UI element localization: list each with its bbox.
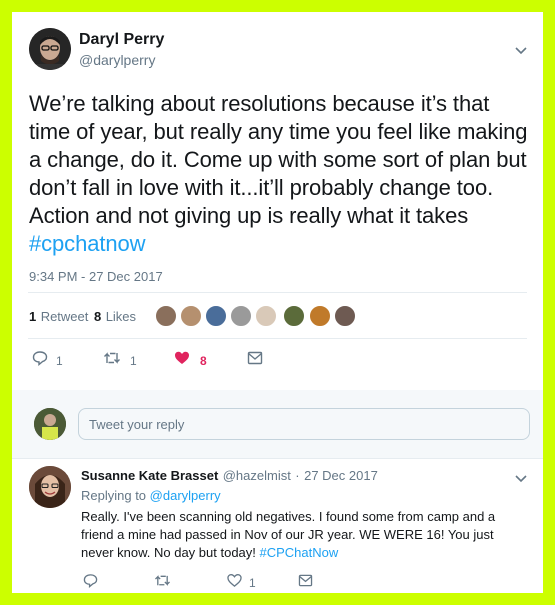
current-user-avatar[interactable] <box>34 408 66 440</box>
liker-avatar[interactable] <box>309 305 331 327</box>
liker-avatar[interactable] <box>283 305 305 327</box>
heart-icon <box>227 573 242 593</box>
likes-label: Likes <box>105 309 137 324</box>
reply-text: Really. I've been scanning old negatives… <box>81 508 521 562</box>
reply-icon <box>83 574 98 592</box>
author-handle[interactable]: @darylperry <box>79 52 155 68</box>
tweet-text: We’re talking about resolutions because … <box>29 90 529 258</box>
replying-to-label: Replying to <box>81 488 147 503</box>
retweet-label: Retweet <box>40 309 89 324</box>
divider <box>12 458 543 459</box>
retweet-icon <box>154 575 171 592</box>
heart-icon <box>174 350 190 371</box>
replying-to: Replying to @darylperry <box>81 488 221 503</box>
retweet-count: 1 <box>29 309 37 324</box>
liker-avatar[interactable] <box>155 305 177 327</box>
liker-avatar[interactable] <box>180 305 202 327</box>
message-icon <box>247 351 263 369</box>
reply-like-count: 1 <box>249 576 256 590</box>
chevron-down-icon[interactable] <box>514 43 528 55</box>
retweet-action[interactable]: 1 <box>103 350 137 371</box>
reply-like-action[interactable]: 1 <box>227 573 256 593</box>
retweet-action-count: 1 <box>130 353 137 368</box>
like-action[interactable]: 8 <box>174 350 207 371</box>
divider <box>28 338 527 339</box>
divider <box>28 292 527 293</box>
reply-author-name[interactable]: Susanne Kate Brasset <box>81 468 218 483</box>
reply-count: 1 <box>56 353 63 368</box>
message-icon <box>298 574 313 591</box>
reply-date[interactable]: 27 Dec 2017 <box>304 468 378 483</box>
replying-to-handle[interactable]: @darylperry <box>150 488 221 503</box>
reply-hashtag[interactable]: #CPChatNow <box>260 545 339 560</box>
author-name[interactable]: Daryl Perry <box>79 31 164 49</box>
tweet-card: Daryl Perry @darylperry We’re talking ab… <box>12 12 543 593</box>
liker-avatar[interactable] <box>334 305 356 327</box>
likes-count: 8 <box>94 309 102 324</box>
reply-reply-action[interactable] <box>83 573 98 593</box>
liker-avatar[interactable] <box>205 305 227 327</box>
reply-retweet-action[interactable] <box>154 573 171 593</box>
chevron-down-icon[interactable] <box>514 471 528 483</box>
author-avatar[interactable] <box>29 28 71 70</box>
tweet-timestamp[interactable]: 9:34 PM - 27 Dec 2017 <box>29 269 163 284</box>
reply-header: Susanne Kate Brasset @hazelmist · 27 Dec… <box>81 467 378 485</box>
reply-author-handle[interactable]: @hazelmist <box>223 468 291 483</box>
tweet-hashtag[interactable]: #cpchatnow <box>29 231 146 256</box>
reply-author-avatar[interactable] <box>29 466 71 508</box>
retweet-icon <box>103 350 121 371</box>
likes-stat[interactable]: 8 Likes <box>94 308 136 326</box>
reply-icon <box>32 350 48 371</box>
liker-avatar[interactable] <box>255 305 277 327</box>
reply-input[interactable]: Tweet your reply <box>78 408 530 440</box>
message-action[interactable] <box>247 351 263 370</box>
like-action-count: 8 <box>200 353 207 368</box>
liker-avatar[interactable] <box>230 305 252 327</box>
reply-dot: · <box>295 468 300 483</box>
tweet-body: We’re talking about resolutions because … <box>29 91 528 228</box>
reply-action[interactable]: 1 <box>32 350 63 371</box>
retweet-stat[interactable]: 1 Retweet <box>29 308 88 326</box>
reply-message-action[interactable] <box>298 574 313 592</box>
